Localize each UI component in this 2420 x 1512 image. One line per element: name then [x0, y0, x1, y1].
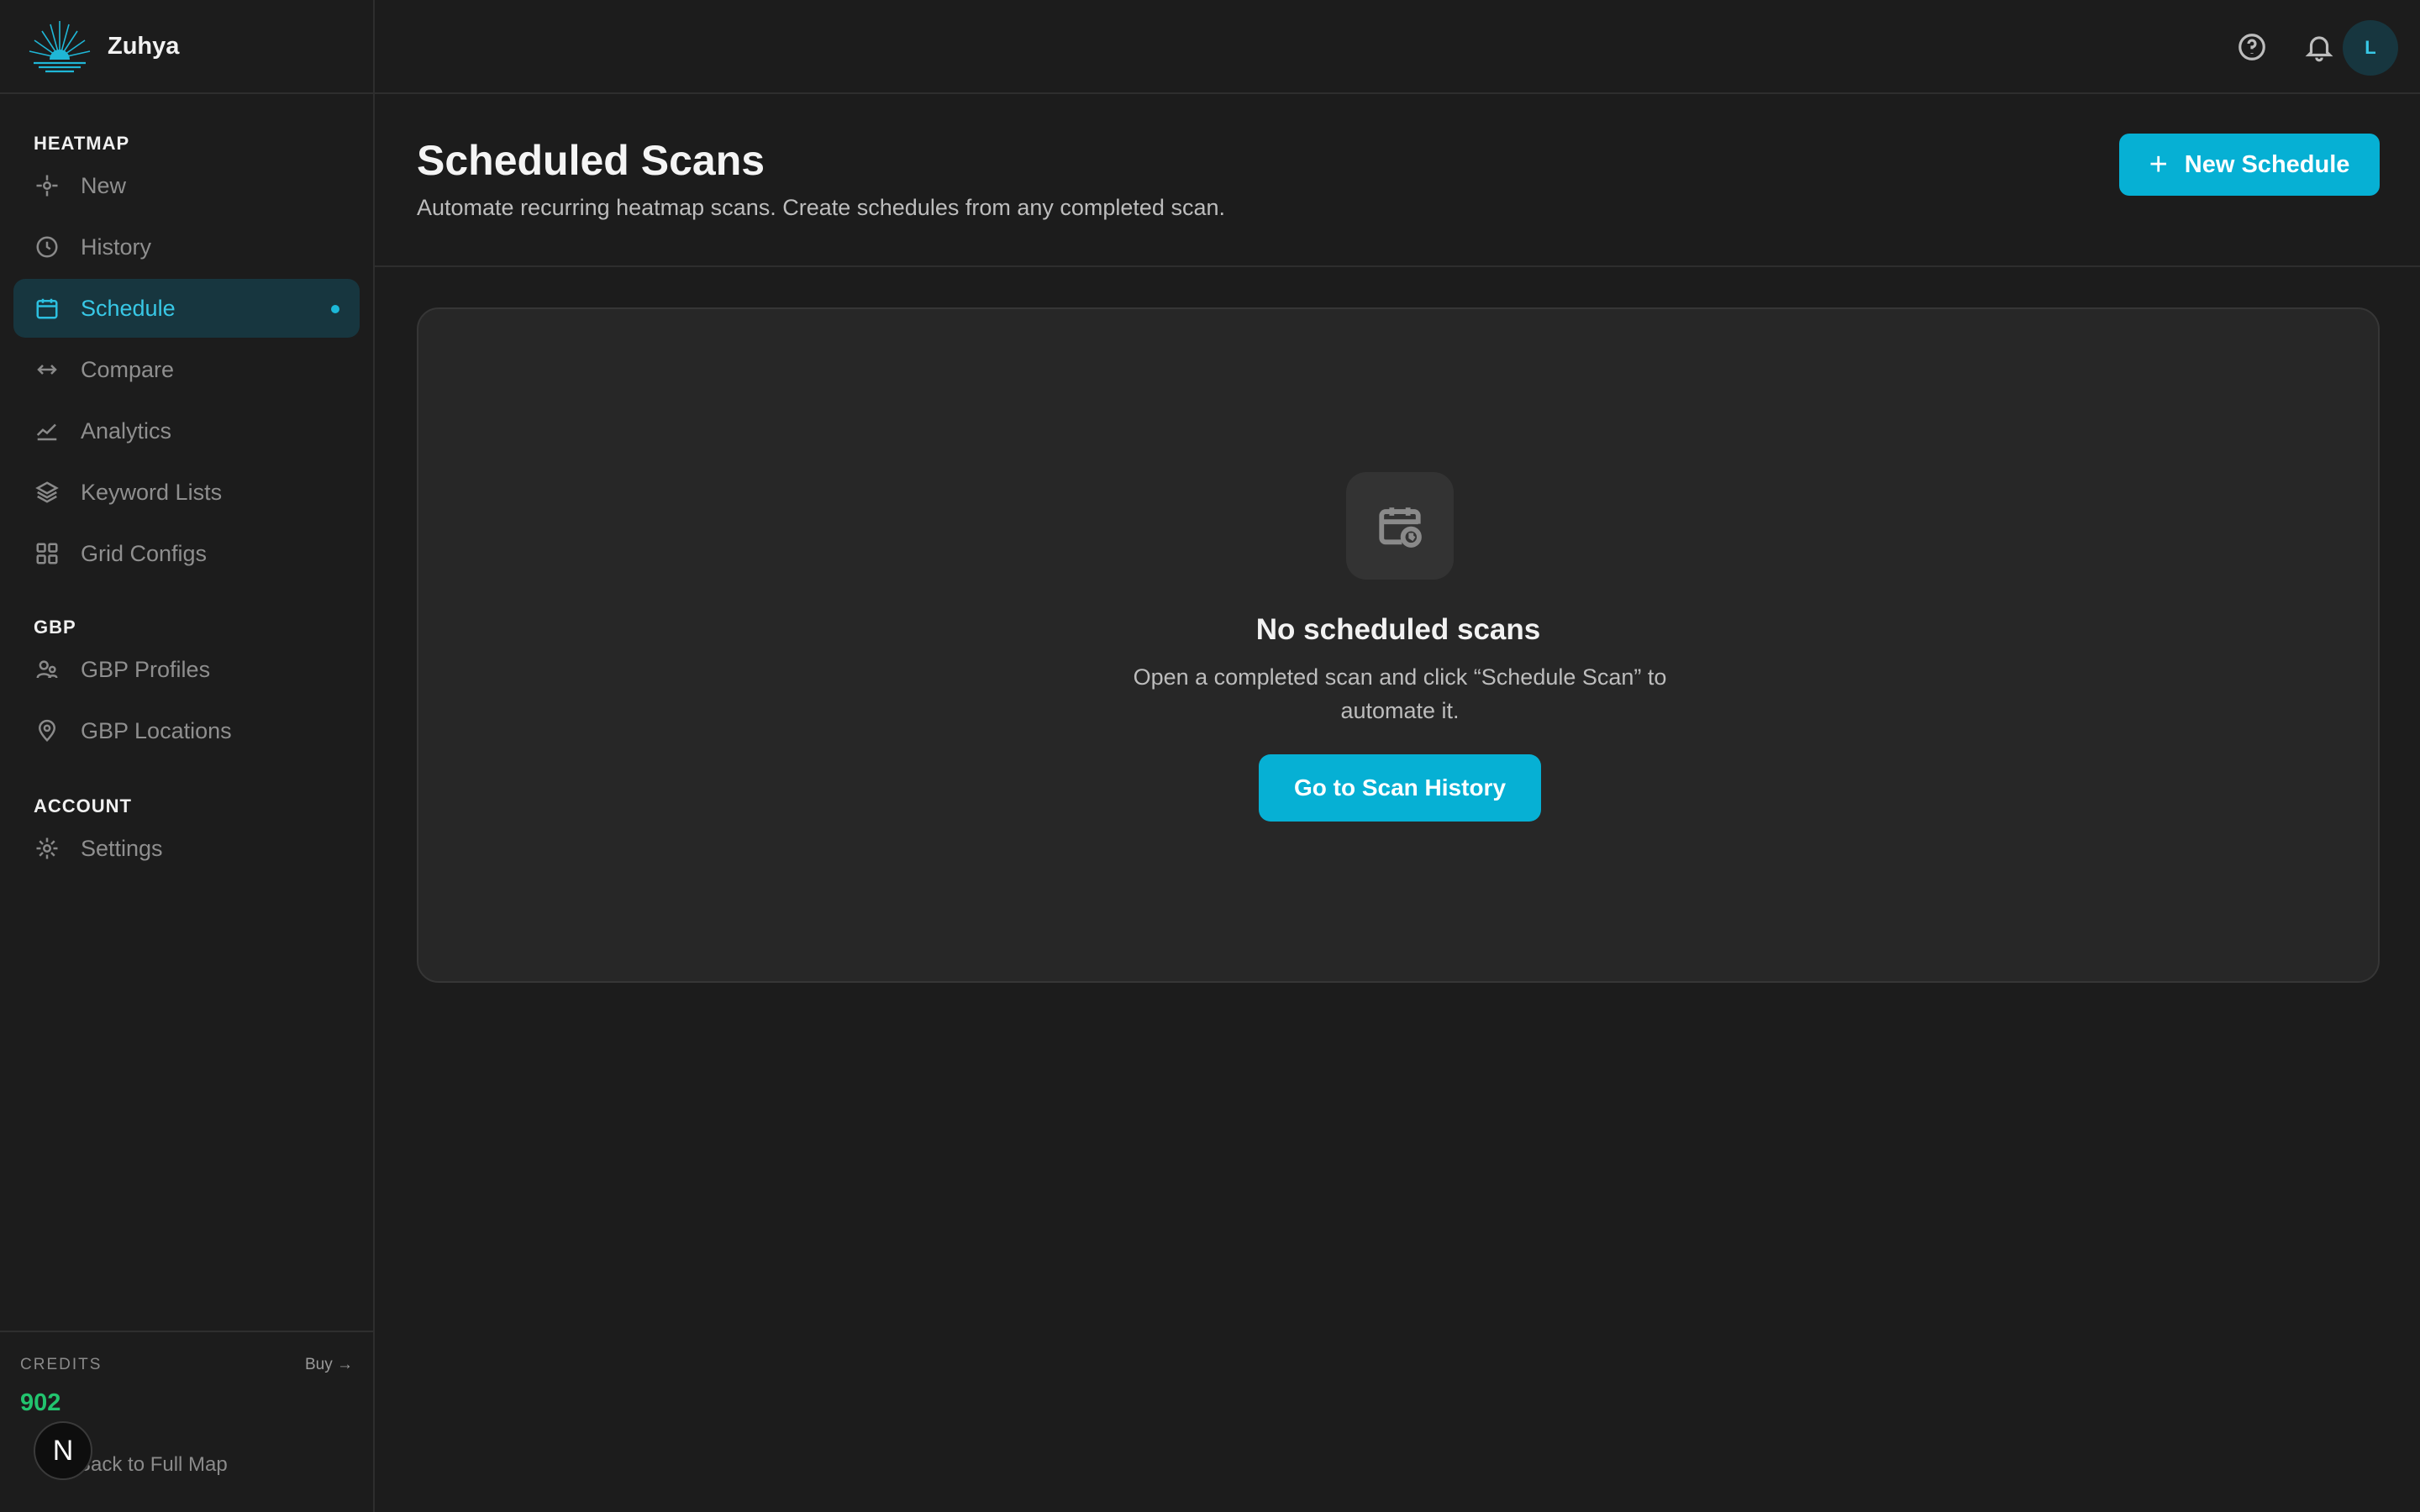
user-avatar[interactable]: L: [2343, 20, 2398, 76]
section-label-heatmap: HEATMAP: [34, 133, 130, 154]
clock-icon: [34, 234, 60, 260]
help-button[interactable]: [2233, 29, 2270, 66]
calendar-clock-icon: [1346, 472, 1454, 580]
app-name: Zuhya: [108, 32, 180, 60]
page-title: Scheduled Scans: [417, 137, 765, 184]
section-label-gbp: GBP: [34, 617, 76, 638]
sidebar-item-grid-configs[interactable]: Grid Configs: [13, 524, 360, 583]
new-schedule-label: New Schedule: [2184, 150, 2350, 178]
calendar-icon: [34, 295, 60, 322]
empty-state-title: No scheduled scans: [1255, 613, 1541, 646]
sidebar-item-label: GBP Profiles: [81, 656, 211, 682]
arrows-horizontal-icon: [34, 356, 60, 383]
brand[interactable]: Zuhya: [0, 0, 373, 94]
page-subtitle: Automate recurring heatmap scans. Create…: [417, 195, 1225, 220]
app-root: Zuhya HEATMAP New History Schedule Compa…: [0, 0, 2420, 1512]
help-circle-icon: [2238, 34, 2265, 60]
buy-credits-link[interactable]: Buy →: [305, 1356, 353, 1374]
crosshair-icon: [34, 172, 60, 199]
section-label-account: ACCOUNT: [34, 795, 132, 816]
credits-label: CREDITS: [20, 1356, 103, 1373]
sidebar-item-label: Compare: [81, 356, 175, 382]
sidebar: Zuhya HEATMAP New History Schedule Compa…: [0, 0, 375, 1512]
sidebar-item-label: Analytics: [81, 417, 172, 444]
sidebar-item-label: Keyword Lists: [81, 479, 223, 505]
sidebar-item-label: History: [81, 234, 152, 260]
sidebar-item-new[interactable]: New: [13, 156, 360, 215]
sidebar-item-compare[interactable]: Compare: [13, 340, 360, 399]
credits-row: CREDITS Buy →: [20, 1356, 353, 1374]
sidebar-item-label: Schedule: [81, 295, 176, 321]
gear-icon: [34, 835, 60, 862]
empty-state-card: No scheduled scans Open a completed scan…: [417, 307, 2380, 983]
bell-icon: [2305, 36, 2333, 62]
back-to-full-map-link[interactable]: Back to Full Map: [77, 1453, 228, 1477]
grid-icon: [34, 540, 60, 567]
sidebar-item-keyword-lists[interactable]: Keyword Lists: [13, 463, 360, 522]
topbar: L: [375, 0, 2420, 94]
line-chart-icon: [34, 417, 60, 444]
layers-icon: [34, 479, 60, 506]
sidebar-item-label: New: [81, 172, 127, 198]
sidebar-item-schedule[interactable]: Schedule: [13, 279, 360, 338]
logo-icon: [29, 21, 91, 73]
credits-value: 902: [20, 1389, 61, 1416]
n-badge[interactable]: N: [34, 1421, 92, 1480]
plus-icon: +: [2149, 147, 2168, 182]
sidebar-footer: CREDITS Buy → 902 Back to Full Map N: [0, 1331, 373, 1512]
notifications-button[interactable]: [2301, 29, 2338, 66]
sidebar-item-label: Grid Configs: [81, 540, 208, 566]
sidebar-item-gbp-profiles[interactable]: GBP Profiles: [13, 640, 360, 699]
new-schedule-button[interactable]: + New Schedule: [2119, 134, 2380, 196]
go-to-scan-history-button[interactable]: Go to Scan History: [1259, 754, 1541, 822]
sidebar-nav: HEATMAP New History Schedule Compare Ana…: [0, 121, 373, 878]
empty-state-description: Open a completed scan and click “Schedul…: [1133, 664, 1667, 723]
sidebar-item-analytics[interactable]: Analytics: [13, 402, 360, 460]
page-header: Scheduled Scans Automate recurring heatm…: [375, 94, 2420, 267]
users-icon: [34, 656, 60, 683]
sidebar-item-label: GBP Locations: [81, 717, 232, 743]
sidebar-item-gbp-locations[interactable]: GBP Locations: [13, 701, 360, 760]
sidebar-item-history[interactable]: History: [13, 218, 360, 276]
active-indicator-dot: [331, 305, 339, 313]
sidebar-item-label: Settings: [81, 835, 163, 861]
map-pin-icon: [34, 717, 60, 744]
sidebar-item-settings[interactable]: Settings: [13, 819, 360, 878]
